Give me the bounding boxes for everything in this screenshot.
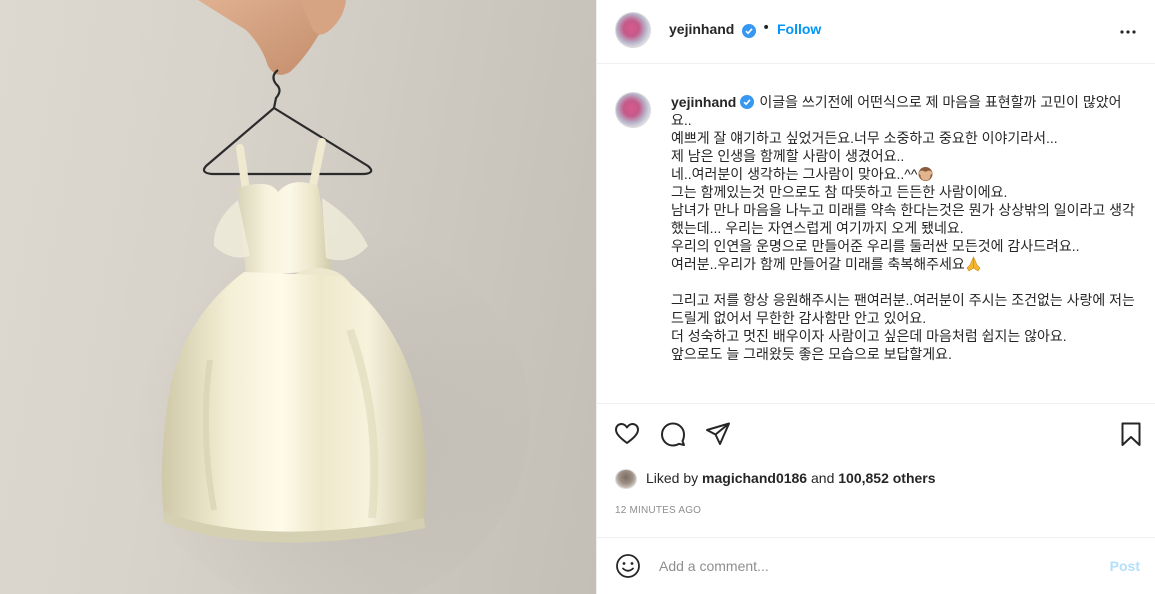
caption-line: 예쁘게 잘 얘기하고 싶었거든요.너무 소중하고 중요한 이야기라서... [671, 130, 1058, 146]
caption-author-username[interactable]: yejinhand [671, 94, 736, 110]
author-username[interactable]: yejinhand [669, 21, 734, 37]
caption-line: 여러분..우리가 함께 만들어갈 미래를 축복해주세요 [671, 255, 1141, 273]
heart-icon[interactable] [613, 420, 641, 448]
see-no-evil-monkey-emoji [917, 166, 934, 182]
caption-line: yejinhand 이글을 쓰기전에 어떤식으로 제 마음을 표현할까 고민이 많… [671, 94, 1122, 128]
separator-dot: • [762, 20, 771, 36]
liker-username[interactable]: magichand0186 [702, 470, 807, 486]
follow-button[interactable]: Follow [777, 21, 821, 37]
post-timestamp[interactable]: 12 MINUTES AGO [615, 505, 701, 516]
post-caption: yejinhand 이글을 쓰기전에 어떤식으로 제 마음을 표현할까 고민이 많… [671, 93, 1141, 363]
dress-illustration [130, 0, 530, 594]
post-actions [597, 420, 1155, 450]
caption-line: 남녀가 만나 마음을 나누고 미래를 약속 한다는것은 뭔가 상상밖의 일이라고… [671, 202, 1135, 236]
caption-section: yejinhand 이글을 쓰기전에 어떤식으로 제 마음을 표현할까 고민이 많… [597, 65, 1155, 404]
post-comment-button[interactable]: Post [1110, 558, 1140, 574]
likes-text: Liked by magichand0186 and 100,852 other… [646, 470, 936, 486]
more-options-icon[interactable] [1116, 20, 1140, 44]
caption-line: 앞으로도 늘 그래왔듯 좋은 모습으로 보답할게요. [671, 346, 952, 362]
smiley-icon[interactable] [615, 553, 641, 579]
caption-line: 더 성숙하고 멋진 배우이자 사람이고 싶은데 마음처럼 쉽지는 않아요. [671, 328, 1067, 344]
post-detail-panel: yejinhand • Follow yejinhand 이글을 쓰기전에 어떤식… [596, 0, 1155, 594]
verified-badge-icon [742, 24, 756, 38]
bookmark-icon[interactable] [1117, 420, 1145, 448]
likes-summary: Liked by magichand0186 and 100,852 other… [615, 468, 1135, 490]
liker-avatar[interactable] [615, 469, 637, 489]
folded-hands-emoji [965, 256, 982, 272]
caption-line [671, 273, 1141, 291]
comment-bar: Post [597, 537, 1155, 594]
post-image[interactable] [0, 0, 596, 594]
caption-line: 우리의 인연을 운명으로 만들어준 우리를 둘러싼 모든것에 감사드려요.. [671, 238, 1080, 254]
caption-line: 그리고 저를 항상 응원해주시는 팬여러분..여러분이 주시는 조건없는 사랑에… [671, 292, 1139, 326]
comment-input[interactable] [659, 554, 1079, 578]
likes-others-link[interactable]: 100,852 others [838, 470, 935, 486]
verified-badge-icon [740, 95, 755, 109]
author-avatar[interactable] [615, 12, 651, 48]
caption-line: 네..여러분이 생각하는 그사람이 맞아요..^^ [671, 165, 1141, 183]
caption-author-avatar[interactable] [615, 92, 651, 128]
caption-line: 제 남은 인생을 함께할 사람이 생겼어요.. [671, 148, 905, 164]
post-header: yejinhand • Follow [597, 0, 1155, 64]
comment-icon[interactable] [659, 420, 687, 448]
caption-line: 그는 함께있는것 만으로도 참 따뜻하고 든든한 사람이에요. [671, 184, 1008, 200]
paper-plane-icon[interactable] [704, 420, 732, 448]
